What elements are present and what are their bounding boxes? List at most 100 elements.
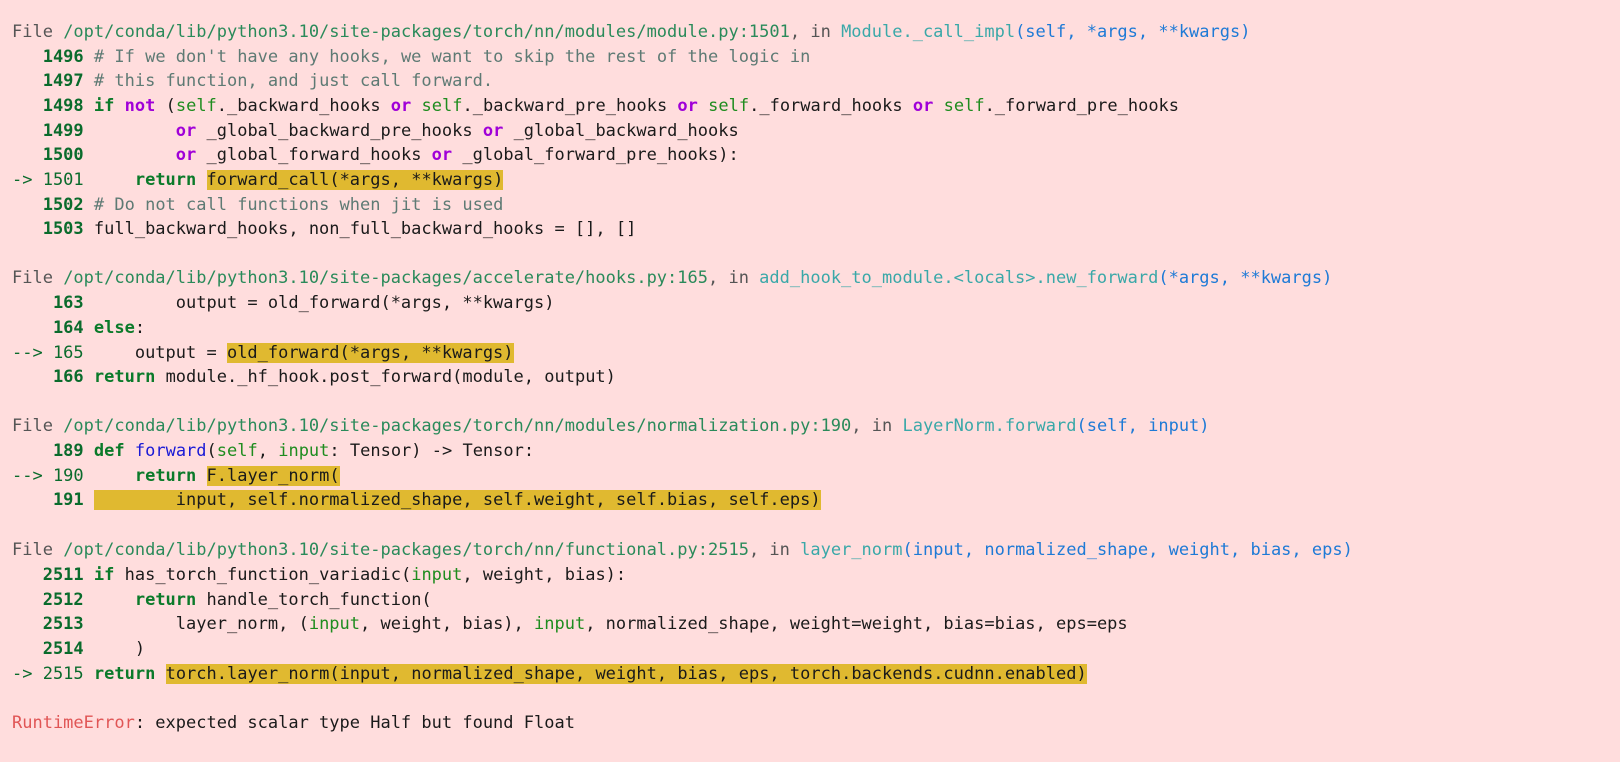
code-token: if <box>93 565 115 585</box>
line-number: 1502 <box>12 195 84 215</box>
code-line: 1499 or _global_backward_pre_hooks or _g… <box>12 119 739 144</box>
in-label: , in <box>707 268 760 288</box>
code-token: self <box>175 96 217 116</box>
highlighted-expression: input, self.normalized_shape, self.weigh… <box>93 490 821 510</box>
code-token: ( <box>206 441 217 461</box>
current-code-line: -> 2515 return torch.layer_norm(input, n… <box>12 662 1087 687</box>
line-number: 191 <box>12 490 84 510</box>
code-line: 1503 full_backward_hooks, non_full_backw… <box>12 217 637 242</box>
code-token: : <box>134 318 146 338</box>
highlighted-expression: old_forward(*args, **kwargs) <box>226 343 514 363</box>
function-name: LayerNorm.forward <box>902 416 1077 436</box>
code-token: , <box>257 441 279 461</box>
code-token: full_backward_hooks, non_full_backward_h… <box>83 219 637 239</box>
line-number: 2513 <box>12 614 84 634</box>
code-token: return <box>134 590 197 610</box>
code-token: : Tensor) -> Tensor: <box>329 441 535 461</box>
code-line: 164 else: <box>12 316 145 341</box>
frame-header: File /opt/conda/lib/python3.10/site-pack… <box>12 20 1250 45</box>
error-message: : expected scalar type Half but found Fl… <box>134 713 575 733</box>
file-label: File <box>12 416 64 436</box>
line-number: 1498 <box>12 96 84 116</box>
code-token: self <box>421 96 463 116</box>
error-message-line: RuntimeError: expected scalar type Half … <box>12 711 575 736</box>
file-path-link[interactable]: /opt/conda/lib/python3.10/site-packages/… <box>63 416 851 436</box>
current-code-line: --> 190 return F.layer_norm( <box>12 464 340 489</box>
code-token: input <box>278 441 330 461</box>
current-code-line: -> 1501 return forward_call(*args, **kwa… <box>12 168 504 193</box>
line-number: 1499 <box>12 121 84 141</box>
current-code-line: --> 165 output = old_forward(*args, **kw… <box>12 341 514 366</box>
code-token: forward <box>134 441 207 461</box>
code-token: _global_forward_pre_hooks): <box>452 145 739 165</box>
function-name: add_hook_to_module.<locals>.new_forward <box>759 268 1159 288</box>
line-number: -> 1501 <box>12 170 84 190</box>
code-token: self <box>216 441 258 461</box>
code-token: return <box>93 664 156 684</box>
file-path-link[interactable]: /opt/conda/lib/python3.10/site-packages/… <box>63 540 749 560</box>
line-number: 2514 <box>12 639 84 659</box>
line-number: 189 <box>12 441 84 461</box>
in-label: , in <box>748 540 801 560</box>
function-signature: (*args, **kwargs) <box>1158 268 1333 288</box>
code-line: 2512 return handle_torch_function( <box>12 588 432 613</box>
code-token: _global_backward_hooks <box>503 121 739 141</box>
line-number: 166 <box>12 367 84 387</box>
code-token: # this function, and just call forward. <box>93 71 494 91</box>
line-number: 1503 <box>12 219 84 239</box>
code-line: 1497 # this function, and just call forw… <box>12 69 493 94</box>
function-signature: (self, input) <box>1076 416 1210 436</box>
highlighted-expression: F.layer_norm( <box>206 466 340 486</box>
code-token: layer_norm, ( <box>83 614 309 634</box>
code-token: else <box>93 318 135 338</box>
code-line: 163 output = old_forward(*args, **kwargs… <box>12 291 555 316</box>
code-token: def <box>93 441 125 461</box>
traceback-output: File /opt/conda/lib/python3.10/site-pack… <box>0 0 1620 762</box>
code-token: or <box>175 121 197 141</box>
file-label: File <box>12 22 64 42</box>
code-line: 1502 # Do not call functions when jit is… <box>12 193 504 218</box>
code-token: ._forward_hooks <box>749 96 913 116</box>
code-token: ._backward_hooks <box>216 96 391 116</box>
code-token: input <box>534 614 586 634</box>
line-number: 1500 <box>12 145 84 165</box>
code-token: or <box>390 96 412 116</box>
code-token: _global_forward_hooks <box>196 145 432 165</box>
file-label: File <box>12 540 64 560</box>
code-token: has_torch_function_variadic( <box>114 565 412 585</box>
code-token: ._forward_pre_hooks <box>984 96 1180 116</box>
error-type: RuntimeError <box>12 713 135 733</box>
code-token: or <box>912 96 934 116</box>
code-token: # If we don't have any hooks, we want to… <box>93 47 811 67</box>
file-path-link[interactable]: /opt/conda/lib/python3.10/site-packages/… <box>63 22 790 42</box>
in-label: , in <box>851 416 903 436</box>
code-token: ._backward_pre_hooks <box>462 96 678 116</box>
code-token: or <box>431 145 453 165</box>
frame-header: File /opt/conda/lib/python3.10/site-pack… <box>12 266 1332 291</box>
frame-header: File /opt/conda/lib/python3.10/site-pack… <box>12 414 1210 439</box>
code-token: handle_torch_function( <box>196 590 432 610</box>
code-line: 166 return module._hf_hook.post_forward(… <box>12 365 616 390</box>
code-line: 2511 if has_torch_function_variadic(inpu… <box>12 563 626 588</box>
code-token: input <box>308 614 361 634</box>
code-token: or <box>677 96 698 116</box>
code-line: 2513 layer_norm, (input, weight, bias), … <box>12 612 1128 637</box>
code-token: self <box>943 96 985 116</box>
file-path-link[interactable]: /opt/conda/lib/python3.10/site-packages/… <box>63 268 708 288</box>
line-number: 1496 <box>12 47 84 67</box>
code-token: , weight, bias): <box>462 565 627 585</box>
